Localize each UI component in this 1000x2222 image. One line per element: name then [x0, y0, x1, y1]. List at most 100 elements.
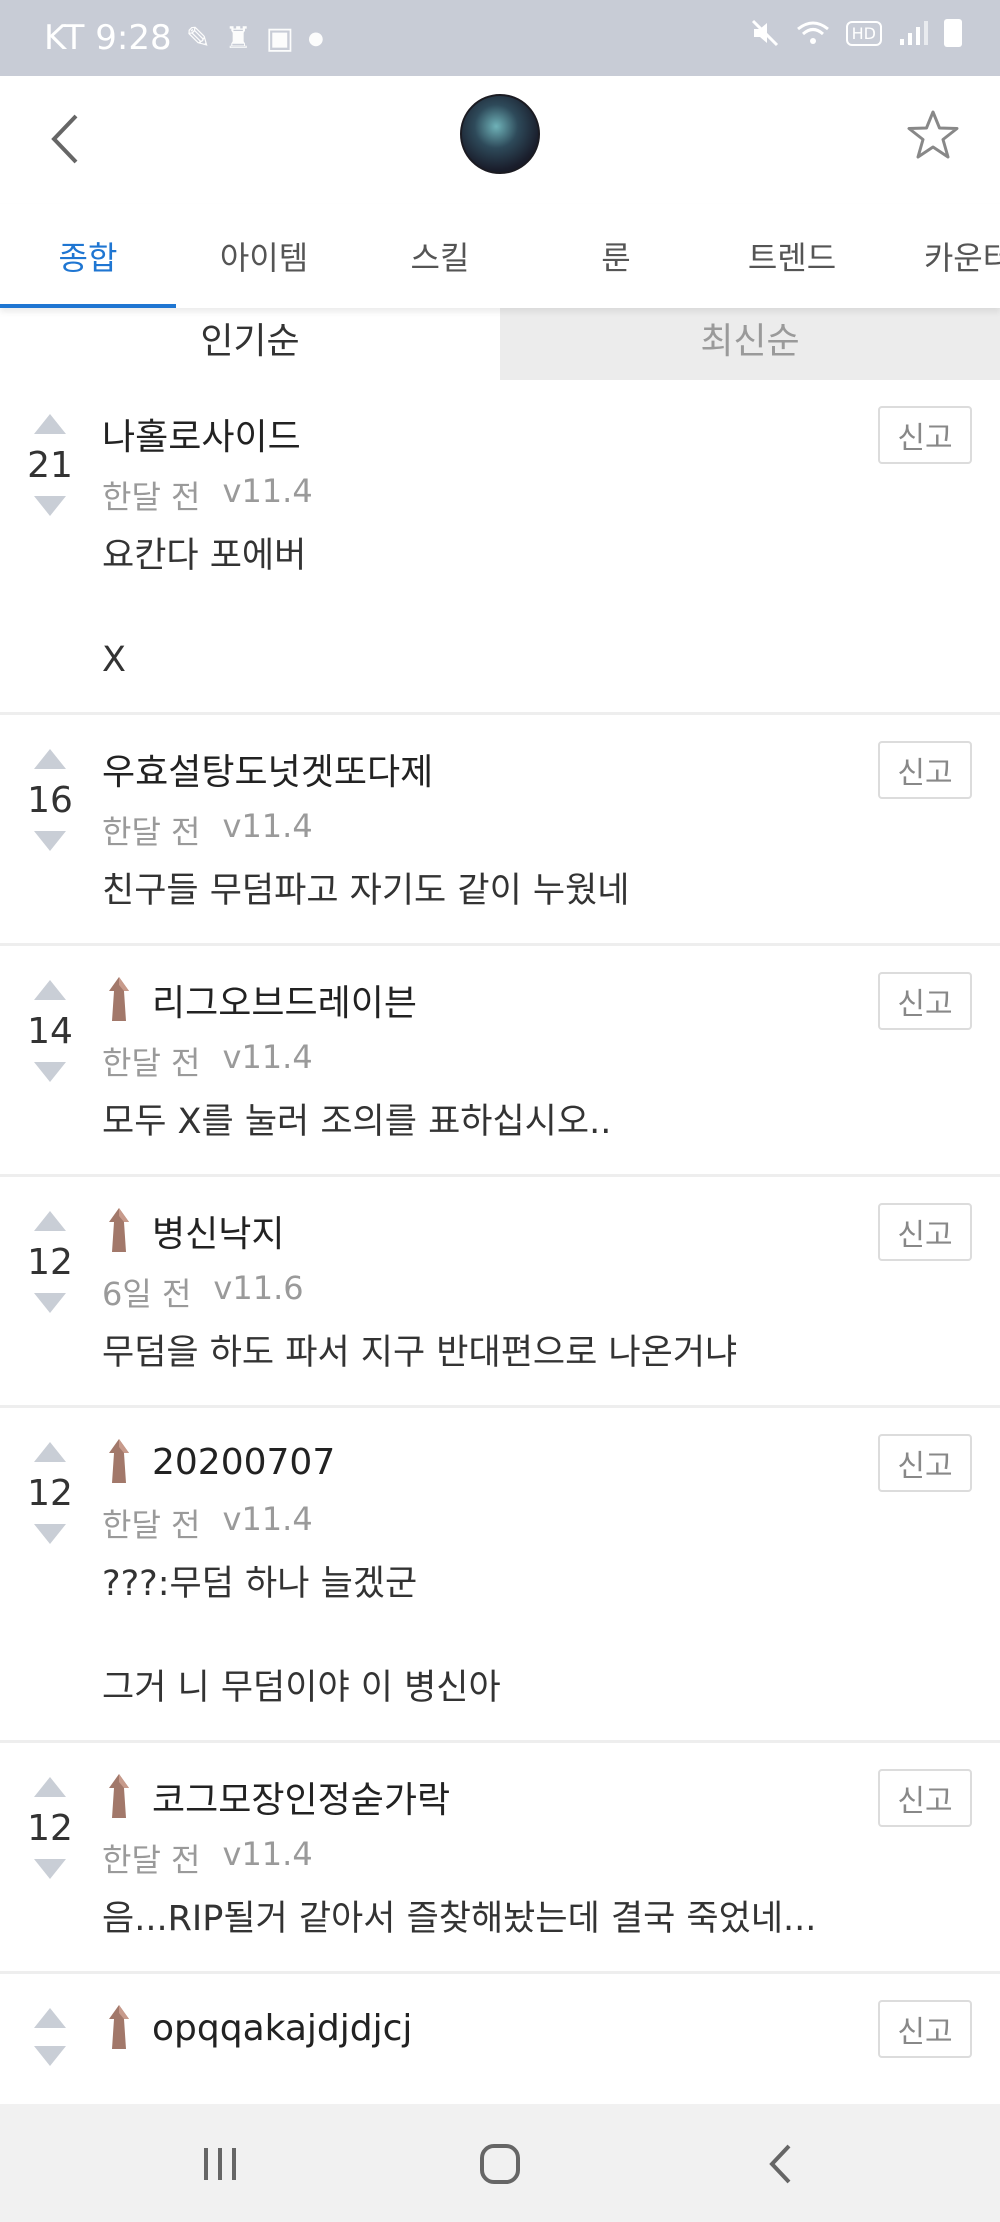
mute-icon [751, 19, 778, 47]
downvote-arrow-icon[interactable] [34, 496, 66, 516]
comment-version: v11.4 [222, 1038, 313, 1076]
tab-label: 카운터 [923, 239, 1000, 277]
comment-item: 12 병신낙지 6일 전 v11.6 무덤을 하도 파서 지구 반대편으로 나온거… [0, 1177, 1000, 1408]
sort-toggle: 인기순 최신순 [0, 296, 1000, 380]
report-button[interactable]: 신고 [878, 1769, 972, 1827]
report-button[interactable]: 신고 [878, 1203, 972, 1261]
tab-label: 아이템 [219, 239, 309, 277]
hd-voice-badge: HD [845, 20, 882, 46]
tab-label: 종합 [58, 239, 118, 277]
sort-popular-button[interactable]: 인기순 [0, 296, 500, 380]
comment-author: 병신낙지 [152, 1214, 285, 1255]
comment-author: 20200707 [152, 1441, 336, 1483]
comment-text: 요칸다 포에버 X [102, 536, 307, 680]
comment-version: v11.4 [222, 807, 313, 845]
recents-icon [204, 2148, 236, 2180]
sort-newest-button[interactable]: 최신순 [500, 296, 1000, 380]
comment-time: 한달 전 [102, 813, 201, 851]
tier-badge-icon [109, 2005, 129, 2049]
downvote-arrow-icon[interactable] [34, 1524, 66, 1544]
comment-time: 한달 전 [102, 1044, 201, 1082]
comment-text: 모두 X를 눌러 조의를 표하십시오.. [102, 1102, 612, 1142]
comment-item: 21 나홀로사이드 한달 전 v11.4 요칸다 포에버 X 신고 [0, 380, 1000, 715]
vote-control: 21 [24, 414, 76, 516]
tab-label: 스킬 [410, 239, 470, 277]
downvote-arrow-icon[interactable] [34, 1859, 66, 1879]
upvote-arrow-icon[interactable] [34, 749, 66, 769]
back-icon [769, 2144, 791, 2184]
report-button[interactable]: 신고 [878, 1434, 972, 1492]
tier-badge-icon [109, 1439, 129, 1483]
top-bar [0, 76, 1000, 204]
comment-version: v11.4 [222, 1500, 313, 1538]
star-outline-icon [907, 110, 959, 159]
report-button[interactable]: 신고 [878, 406, 972, 464]
signal-icon [900, 21, 928, 45]
wifi-icon [796, 21, 829, 44]
back-button[interactable] [40, 106, 90, 172]
downvote-arrow-icon[interactable] [34, 2046, 66, 2066]
favorite-button[interactable] [902, 104, 964, 166]
downvote-arrow-icon[interactable] [34, 831, 66, 851]
vote-count: 14 [27, 1011, 73, 1052]
comment-version: v11.4 [222, 472, 313, 510]
report-button[interactable]: 신고 [878, 2000, 972, 2058]
status-left: KT 9:28 ✎ ♜ ▣ ● [44, 18, 324, 58]
comment-version: v11.4 [222, 1835, 313, 1873]
tab-bar: 종합 아이템 스킬 룬 트렌드 카운터 [0, 204, 1000, 308]
tab-runes[interactable]: 룬 [528, 204, 704, 308]
downvote-arrow-icon[interactable] [34, 1293, 66, 1313]
vote-control: 12 [24, 1777, 76, 1879]
vote-control: 14 [24, 980, 76, 1082]
vote-control: 12 [24, 1211, 76, 1313]
comment-item: 12 20200707 한달 전 v11.4 ???:무덤 하나 늘겠군 그거 니… [0, 1408, 1000, 1743]
tier-badge-icon [109, 977, 129, 1021]
tab-label: 룬 [601, 239, 631, 277]
vote-count: 21 [27, 445, 73, 486]
vote-control [24, 2008, 76, 2066]
notification-icon-image: ▣ [265, 20, 294, 56]
upvote-arrow-icon[interactable] [34, 980, 66, 1000]
vote-count: 12 [27, 1808, 73, 1849]
tab-counters[interactable]: 카운터 [880, 204, 1000, 308]
comment-item: 12 코그모장인정숟가락 한달 전 v11.4 음...RIP될거 같아서 즐찾해… [0, 1743, 1000, 1974]
active-tab-indicator [0, 304, 176, 308]
upvote-arrow-icon[interactable] [34, 1442, 66, 1462]
comment-author: opqqakajdjdjcj [152, 2007, 413, 2049]
comment-author: 나홀로사이드 [102, 417, 301, 458]
vote-control: 16 [24, 749, 76, 851]
tab-items[interactable]: 아이템 [176, 204, 352, 308]
tab-overview[interactable]: 종합 [0, 204, 176, 308]
upvote-arrow-icon[interactable] [34, 2008, 66, 2028]
tier-badge-icon [109, 1208, 129, 1252]
status-bar: KT 9:28 ✎ ♜ ▣ ● HD [0, 0, 1000, 76]
downvote-arrow-icon[interactable] [34, 1062, 66, 1082]
home-button[interactable] [455, 2134, 545, 2194]
tab-label: 트렌드 [747, 239, 837, 277]
upvote-arrow-icon[interactable] [34, 414, 66, 434]
champion-avatar [460, 94, 540, 174]
comment-version: v11.6 [213, 1269, 304, 1307]
tab-trends[interactable]: 트렌드 [704, 204, 880, 308]
comment-time: 한달 전 [102, 1506, 201, 1544]
chevron-left-icon [51, 114, 78, 164]
upvote-arrow-icon[interactable] [34, 1211, 66, 1231]
report-button[interactable]: 신고 [878, 972, 972, 1030]
vote-control: 12 [24, 1442, 76, 1544]
tab-skills[interactable]: 스킬 [352, 204, 528, 308]
tier-badge-icon [109, 1774, 129, 1818]
vote-count: 12 [27, 1473, 73, 1514]
comment-author: 리그오브드레이븐 [152, 983, 417, 1024]
system-nav-bar [0, 2104, 1000, 2222]
comment-time: 한달 전 [102, 478, 201, 516]
upvote-arrow-icon[interactable] [34, 1777, 66, 1797]
system-back-button[interactable] [735, 2134, 825, 2194]
comment-text: ???:무덤 하나 늘겠군 그거 니 무덤이야 이 병신아 [102, 1564, 501, 1708]
notification-dot-icon: ● [308, 27, 324, 49]
notification-icon-edit: ✎ [185, 20, 211, 56]
vote-count: 16 [27, 780, 73, 821]
recents-button[interactable] [175, 2134, 265, 2194]
report-button[interactable]: 신고 [878, 741, 972, 799]
home-icon [480, 2144, 520, 2184]
notification-icon-app: ♜ [224, 20, 252, 56]
